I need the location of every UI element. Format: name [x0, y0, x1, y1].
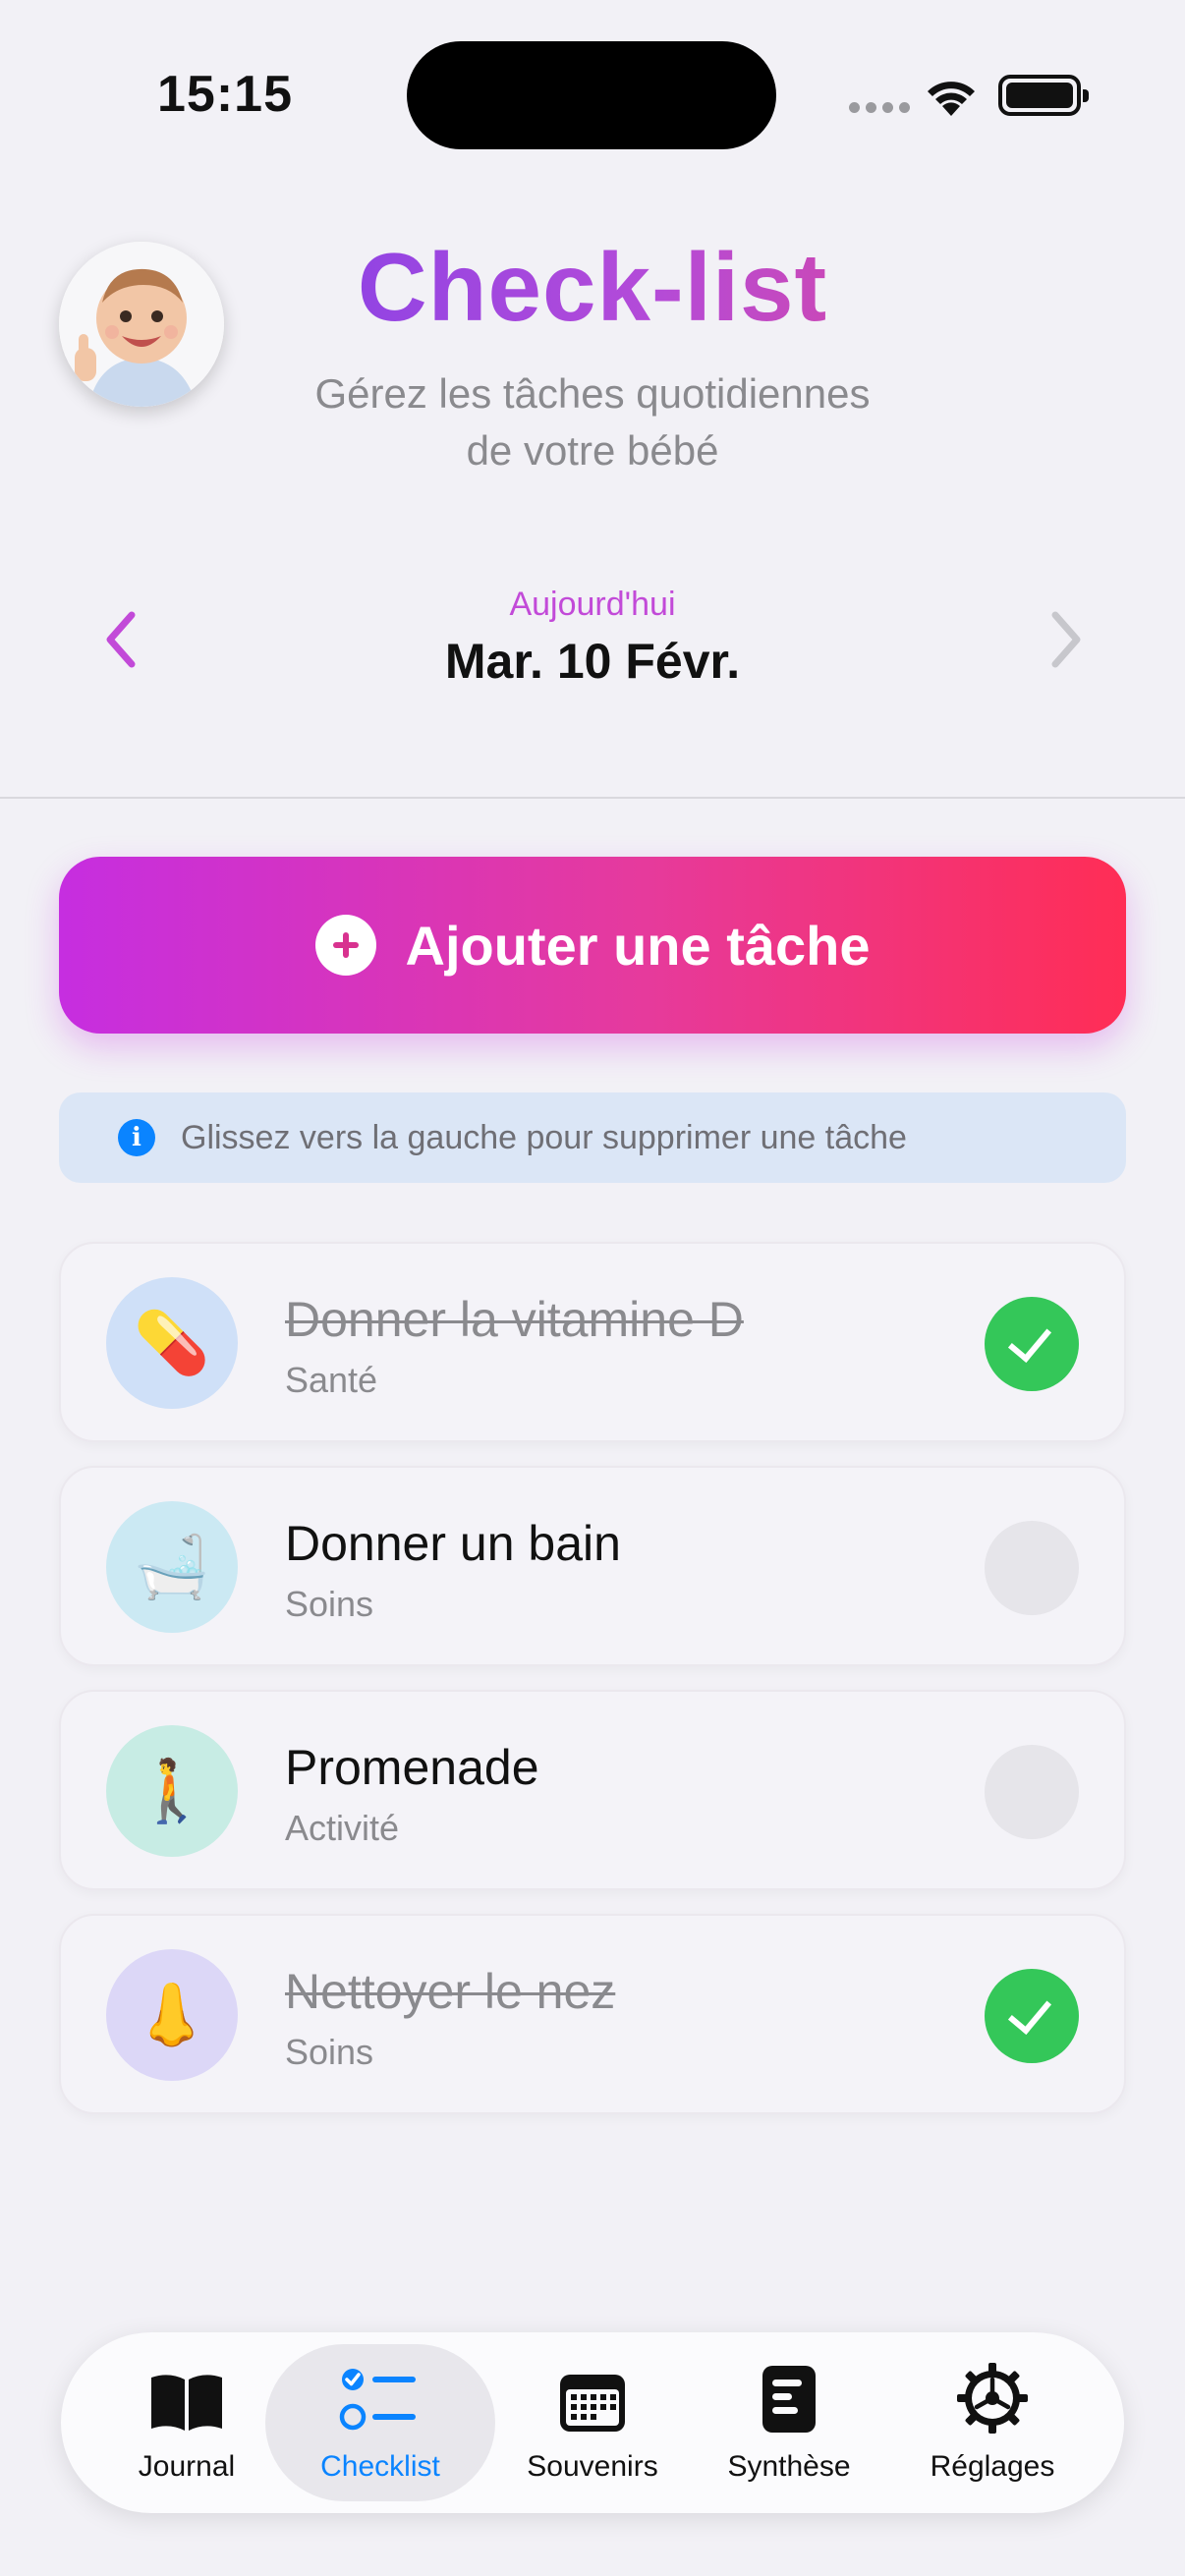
swipe-hint-text: Glissez vers la gauche pour supprimer un… [181, 1118, 907, 1156]
calendar-icon [560, 2375, 625, 2432]
page-title-text: Check-list [357, 233, 828, 341]
task-checkbox[interactable] [985, 1521, 1079, 1615]
task-checkbox[interactable] [985, 1745, 1079, 1839]
subtitle-line-1: Gérez les tâches quotidiennes [314, 370, 871, 417]
task-title: Donner la vitamine D [285, 1292, 744, 1347]
status-bar: 15:15 [0, 0, 1185, 196]
current-date[interactable]: Mar. 10 Févr. [0, 633, 1185, 690]
tab-label: Réglages [930, 2450, 1055, 2483]
battery-icon [998, 75, 1089, 116]
task-category: Soins [285, 2032, 374, 2072]
info-icon: i [118, 1119, 155, 1156]
nose-icon: 👃 [106, 1949, 238, 2081]
task-checkbox[interactable] [985, 1297, 1079, 1391]
page-title: Check-list [0, 232, 1185, 343]
task-card[interactable]: 🛁 Donner un bain Soins [59, 1466, 1126, 1666]
task-card[interactable]: 👃 Nettoyer le nez Soins [59, 1914, 1126, 2114]
plus-circle-icon [314, 915, 376, 976]
checklist-icon [339, 2369, 416, 2431]
task-title: Promenade [285, 1740, 539, 1795]
task-category: Soins [285, 1584, 374, 1624]
tab-checklist[interactable]: Checklist [265, 2332, 495, 2513]
gear-icon [957, 2363, 1028, 2434]
dynamic-island [407, 41, 776, 149]
pill-icon: 💊 [106, 1277, 238, 1409]
swipe-hint-banner: i Glissez vers la gauche pour supprimer … [59, 1092, 1126, 1183]
tab-bar: Journal Checklist Souvenirs Synthèse Rég… [61, 2332, 1124, 2513]
add-task-button[interactable]: Ajouter une tâche [59, 857, 1126, 1034]
tab-souvenirs[interactable]: Souvenirs [499, 2332, 686, 2513]
task-checkbox[interactable] [985, 1969, 1079, 2063]
task-category: Activité [285, 1808, 400, 1848]
add-task-label: Ajouter une tâche [405, 914, 871, 977]
status-time: 15:15 [157, 66, 293, 123]
cellular-signal-icon [849, 102, 910, 113]
task-category: Santé [285, 1360, 378, 1400]
tab-label: Souvenirs [527, 2450, 658, 2483]
subtitle-line-2: de votre bébé [466, 427, 719, 474]
tab-synthese[interactable]: Synthèse [715, 2332, 863, 2513]
book-icon [151, 2375, 222, 2431]
report-icon [762, 2366, 816, 2433]
page-subtitle: Gérez les tâches quotidiennes de votre b… [249, 365, 936, 479]
today-label: Aujourd'hui [509, 586, 676, 623]
tab-label: Journal [138, 2450, 236, 2483]
next-day-chevron-icon[interactable] [1042, 605, 1091, 674]
task-title: Nettoyer le nez [285, 1964, 616, 2019]
walking-icon: 🚶 [106, 1725, 238, 1857]
header-divider [0, 797, 1185, 799]
tab-label: Checklist [320, 2450, 440, 2483]
tab-label: Synthèse [727, 2450, 851, 2483]
bathtub-icon: 🛁 [106, 1501, 238, 1633]
task-card[interactable]: 🚶 Promenade Activité [59, 1690, 1126, 1890]
tab-journal[interactable]: Journal [120, 2332, 254, 2513]
task-title: Donner un bain [285, 1516, 621, 1571]
task-card[interactable]: 💊 Donner la vitamine D Santé [59, 1242, 1126, 1442]
tab-reglages[interactable]: Réglages [914, 2332, 1071, 2513]
wifi-icon [928, 82, 975, 116]
